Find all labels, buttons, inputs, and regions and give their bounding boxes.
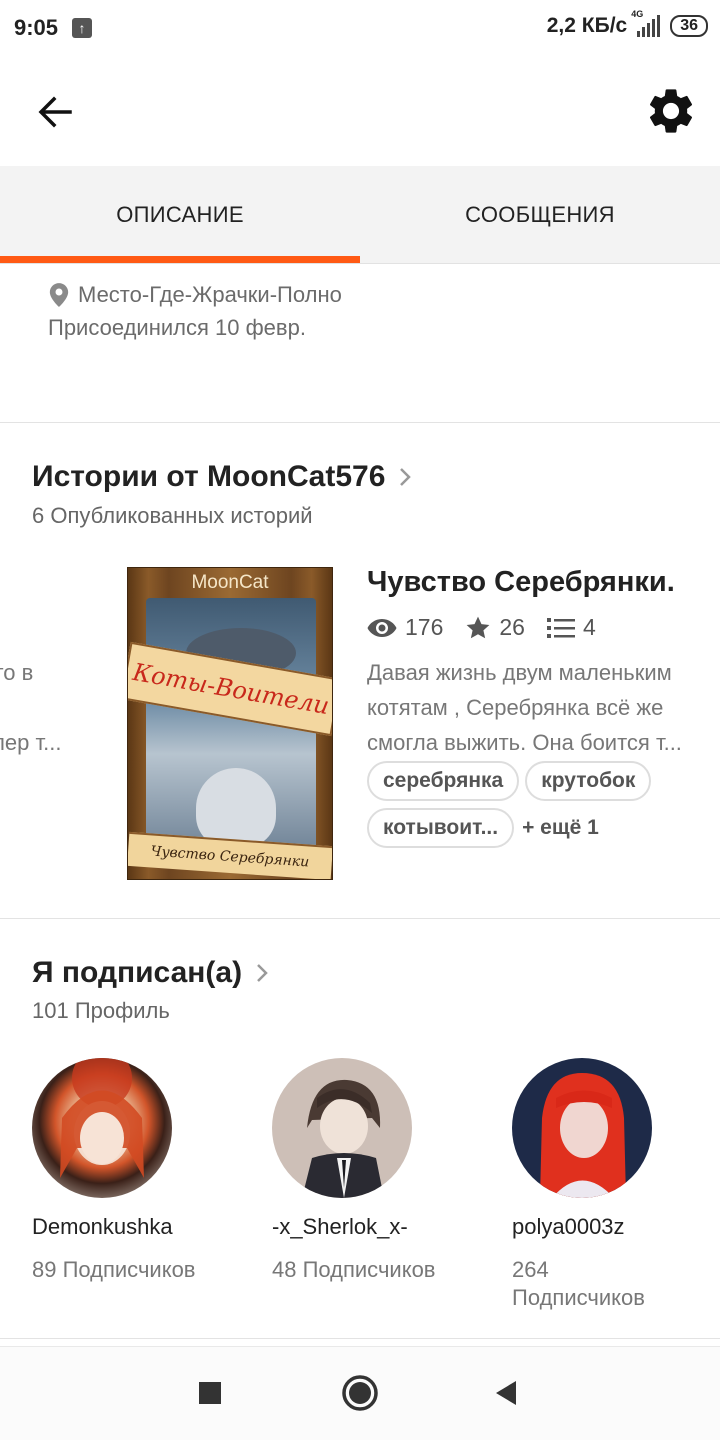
location-row: Место-Где-Жрачки-Полно bbox=[48, 278, 342, 311]
system-nav-bar bbox=[0, 1346, 720, 1440]
stories-title: Истории от MoonCat576 bbox=[32, 460, 386, 493]
tab-messages[interactable]: СООБЩЕНИЯ bbox=[360, 166, 720, 263]
story-tags: серебрянка крутобок котывоит... + ещё 1 bbox=[367, 761, 720, 855]
profile-followers: 89 Подписчиков bbox=[32, 1257, 196, 1282]
profile-followers: 48 Подписчиков bbox=[272, 1257, 436, 1282]
divider bbox=[0, 422, 720, 423]
followers-number: 264 bbox=[512, 1257, 549, 1282]
followers-label: Подписчиков bbox=[512, 1285, 645, 1310]
stories-subtitle: 6 Опубликованных историй bbox=[32, 503, 313, 528]
arrow-left-icon bbox=[38, 96, 72, 128]
status-right: 2,2 КБ/с 4G 36 bbox=[546, 9, 708, 38]
description-line: смогла выжить. Она боится т... bbox=[367, 730, 682, 755]
following-subtitle: 101 Профиль bbox=[32, 998, 170, 1023]
chevron-right-icon bbox=[400, 468, 412, 486]
chevron-right-icon bbox=[257, 964, 268, 982]
circle-icon bbox=[342, 1375, 378, 1411]
square-icon bbox=[199, 1382, 221, 1404]
avatar[interactable] bbox=[272, 1058, 412, 1198]
views-stat: 176 bbox=[367, 614, 443, 641]
status-bar: 9:05 ↑ 2,2 КБ/с 4G 36 bbox=[0, 0, 720, 56]
signal-icon: 4G bbox=[631, 9, 661, 37]
gear-icon bbox=[649, 89, 693, 133]
prev-line: что в bbox=[0, 660, 34, 685]
story-cover[interactable]: MoonCat Коты-Воители Чувство Серебрянки bbox=[127, 567, 333, 880]
more-tags-link[interactable]: + ещё 1 bbox=[522, 816, 599, 840]
back-button[interactable] bbox=[30, 86, 82, 138]
upload-icon: ↑ bbox=[72, 18, 93, 38]
following-header[interactable]: Я подписан(а) bbox=[32, 956, 270, 990]
home-button[interactable] bbox=[336, 1369, 384, 1417]
views-count: 176 bbox=[405, 614, 444, 640]
app-bar bbox=[0, 60, 720, 164]
profile-card[interactable]: Demonkushka 89 Подписчиков bbox=[32, 1058, 242, 1284]
cover-author: MoonCat bbox=[191, 572, 269, 593]
profile-name[interactable]: -x_Sherlok_x- bbox=[272, 1214, 482, 1240]
tab-description[interactable]: ОПИСАНИЕ bbox=[0, 166, 360, 263]
votes-count: 26 bbox=[499, 614, 525, 640]
status-time: 9:05 bbox=[14, 15, 59, 40]
tag-chip[interactable]: крутобок bbox=[525, 761, 652, 801]
divider bbox=[0, 918, 720, 919]
tag-chip[interactable]: котывоит... bbox=[367, 808, 515, 848]
tab-description-label: ОПИСАНИЕ bbox=[116, 201, 244, 227]
story-title[interactable]: Чувство Серебрянки. bbox=[367, 566, 675, 599]
profile-tabs: ОПИСАНИЕ СООБЩЕНИЯ bbox=[0, 166, 720, 264]
list-icon bbox=[546, 617, 575, 638]
system-back-button[interactable] bbox=[482, 1369, 530, 1417]
battery-icon: 36 bbox=[670, 15, 708, 37]
avatar[interactable] bbox=[32, 1058, 172, 1198]
following-title: Я подписан(а) bbox=[32, 956, 243, 989]
prev-line: ! bbox=[0, 690, 82, 725]
avatar[interactable] bbox=[512, 1058, 652, 1198]
triangle-back-icon bbox=[496, 1381, 516, 1405]
divider bbox=[0, 1338, 720, 1339]
location-pin-icon bbox=[49, 282, 69, 307]
profile-name[interactable]: Demonkushka bbox=[32, 1214, 242, 1240]
parts-stat: 4 bbox=[546, 614, 596, 641]
story-description[interactable]: Давая жизнь двум маленьким котятам , Сер… bbox=[367, 655, 720, 760]
joined-text: Присоединился 10 февр. bbox=[48, 315, 306, 340]
profile-name[interactable]: polya0003z bbox=[512, 1214, 712, 1240]
story-stats: 176 26 4 bbox=[367, 614, 618, 641]
profile-card[interactable]: -x_Sherlok_x- 48 Подписчиков bbox=[272, 1058, 482, 1284]
recents-button[interactable] bbox=[186, 1369, 234, 1417]
previous-story-card-text[interactable]: что в ! упер т... bbox=[0, 655, 82, 760]
prev-line: упер т... bbox=[0, 730, 62, 755]
description-line: Давая жизнь двум маленьким bbox=[367, 660, 672, 685]
network-type: 4G bbox=[631, 9, 644, 19]
tag-chip[interactable]: серебрянка bbox=[367, 761, 520, 801]
votes-stat: 26 bbox=[465, 614, 525, 641]
profile-followers: 264 Подписчиков bbox=[512, 1256, 712, 1312]
star-icon bbox=[467, 616, 490, 638]
tab-messages-label: СООБЩЕНИЯ bbox=[465, 201, 615, 227]
net-speed: 2,2 КБ/с bbox=[546, 14, 628, 37]
settings-button[interactable] bbox=[644, 84, 698, 138]
parts-count: 4 bbox=[582, 614, 596, 640]
eye-icon bbox=[367, 618, 397, 637]
about-section: Место-Где-Жрачки-Полно Присоединился 10 … bbox=[48, 278, 342, 344]
stories-header[interactable]: Истории от MoonCat576 bbox=[32, 460, 413, 494]
description-line: котятам , Серебрянка всё же bbox=[367, 695, 664, 720]
profile-card[interactable]: polya0003z 264 Подписчиков bbox=[512, 1058, 712, 1312]
location-text: Место-Где-Жрачки-Полно bbox=[78, 282, 342, 307]
